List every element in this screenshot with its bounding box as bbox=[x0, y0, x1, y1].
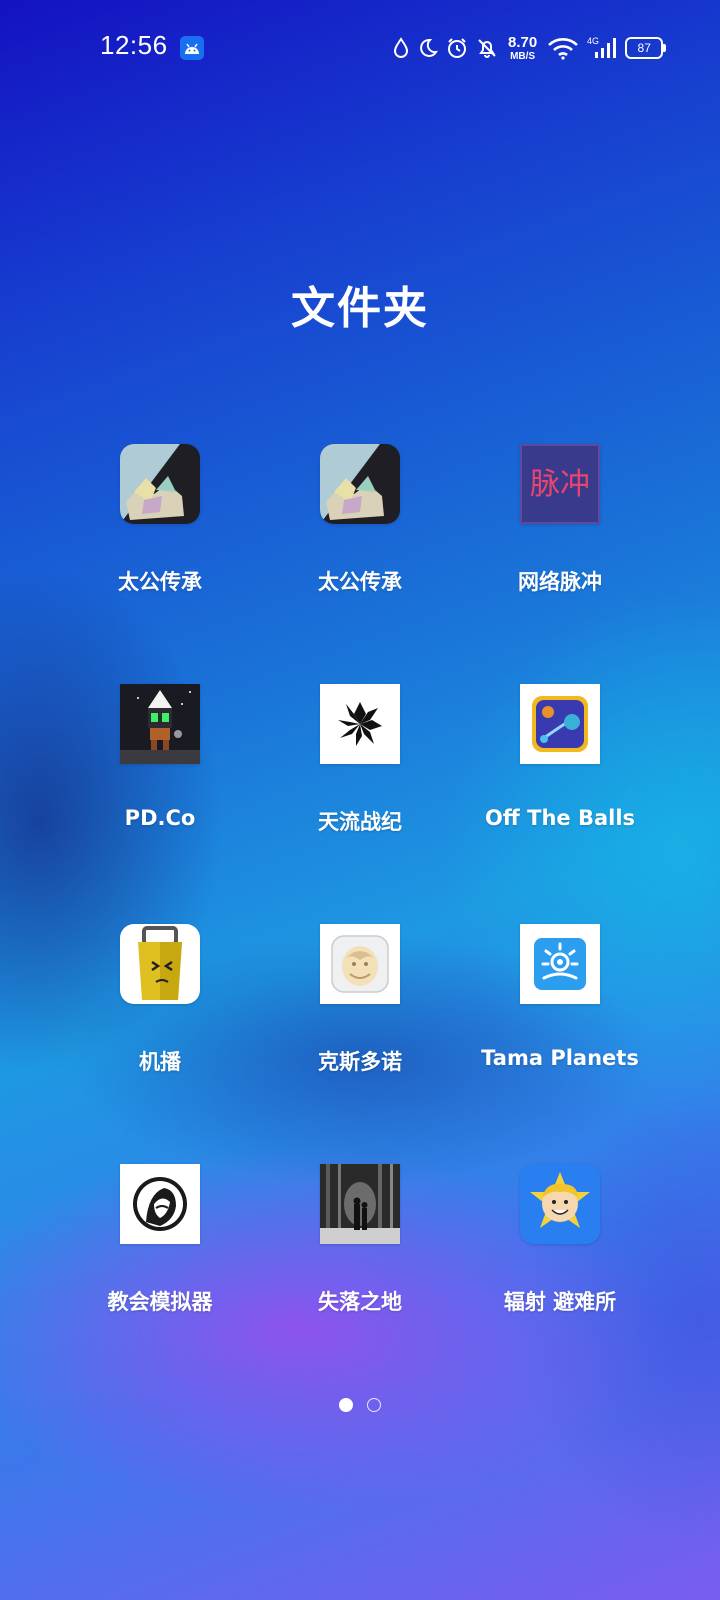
kesiduonuo-app-icon[interactable] bbox=[320, 924, 400, 1004]
app-label: PD.Co bbox=[124, 806, 196, 830]
app-tile[interactable]: 克斯多诺 bbox=[260, 924, 460, 1164]
alarm-icon bbox=[446, 37, 468, 59]
fallout-shelter-app-icon[interactable] bbox=[520, 1164, 600, 1244]
network-speed-value: 8.70 bbox=[508, 33, 538, 51]
app-label: 机播 bbox=[139, 1050, 181, 1074]
status-bar: 12:56 8.70 MB/S 4G 87 bbox=[0, 0, 720, 96]
pulse-icon-text: 脉冲 bbox=[530, 467, 590, 502]
taigong-app-icon[interactable] bbox=[320, 444, 400, 524]
status-icons: 8.70 MB/S 4G 87 bbox=[392, 30, 667, 66]
app-label: 教会模拟器 bbox=[107, 1290, 213, 1314]
app-label: 网络脉冲 bbox=[518, 570, 602, 594]
app-label: Off The Balls bbox=[484, 806, 636, 830]
app-label: 太公传承 bbox=[118, 570, 202, 594]
church-simulator-app-icon[interactable] bbox=[120, 1164, 200, 1244]
moon-icon bbox=[418, 38, 438, 58]
taigong-app-icon[interactable] bbox=[120, 444, 200, 524]
app-label: 失落之地 bbox=[318, 1290, 402, 1314]
app-tile[interactable]: PD.Co bbox=[60, 684, 260, 924]
app-tile[interactable]: 教会模拟器 bbox=[60, 1164, 260, 1404]
app-tile[interactable]: 脉冲 网络脉冲 bbox=[460, 444, 660, 684]
app-tile[interactable]: 太公传承 bbox=[60, 444, 260, 684]
signal-4g-icon: 4G bbox=[587, 36, 617, 60]
network-speed-unit: MB/S bbox=[510, 50, 536, 62]
jibo-app-icon[interactable] bbox=[120, 924, 200, 1004]
app-label: 太公传承 bbox=[318, 570, 402, 594]
bell-off-icon bbox=[476, 37, 498, 59]
app-tile[interactable]: Tama Planets bbox=[460, 924, 660, 1164]
network-type: 4G bbox=[587, 36, 599, 46]
app-tile[interactable]: Off The Balls bbox=[460, 684, 660, 924]
app-tile[interactable]: 辐射 避难所 bbox=[460, 1164, 660, 1404]
clock: 12:56 bbox=[100, 30, 168, 60]
tama-planets-app-icon[interactable] bbox=[520, 924, 600, 1004]
page-indicator bbox=[0, 1398, 720, 1412]
folder-title[interactable]: 文件夹 bbox=[0, 272, 720, 336]
android-icon bbox=[180, 36, 204, 60]
app-tile[interactable]: 太公传承 bbox=[260, 444, 460, 684]
app-label: Tama Planets bbox=[481, 1046, 639, 1070]
app-label: 克斯多诺 bbox=[318, 1050, 402, 1074]
app-grid: 太公传承 太公传承 脉冲 网络脉冲 PD.Co 天流战纪 Off The Bal… bbox=[60, 444, 660, 1404]
pd-co-app-icon[interactable] bbox=[120, 684, 200, 764]
app-tile[interactable]: 机播 bbox=[60, 924, 260, 1164]
page-dot-active[interactable] bbox=[339, 1398, 353, 1412]
network-pulse-app-icon[interactable]: 脉冲 bbox=[520, 444, 600, 524]
app-tile[interactable]: 天流战纪 bbox=[260, 684, 460, 924]
lost-land-app-icon[interactable] bbox=[320, 1164, 400, 1244]
app-label: 辐射 避难所 bbox=[503, 1290, 617, 1314]
app-tile[interactable]: 失落之地 bbox=[260, 1164, 460, 1404]
tianliu-app-icon[interactable] bbox=[320, 684, 400, 764]
app-label: 天流战纪 bbox=[318, 810, 402, 834]
off-the-balls-app-icon[interactable] bbox=[520, 684, 600, 764]
wifi-icon bbox=[547, 36, 579, 60]
battery-level: 87 bbox=[637, 41, 651, 55]
page-dot[interactable] bbox=[367, 1398, 381, 1412]
network-speed: 8.70 MB/S bbox=[508, 35, 537, 62]
water-drop-icon bbox=[392, 37, 410, 59]
battery-indicator: 87 bbox=[625, 37, 667, 59]
